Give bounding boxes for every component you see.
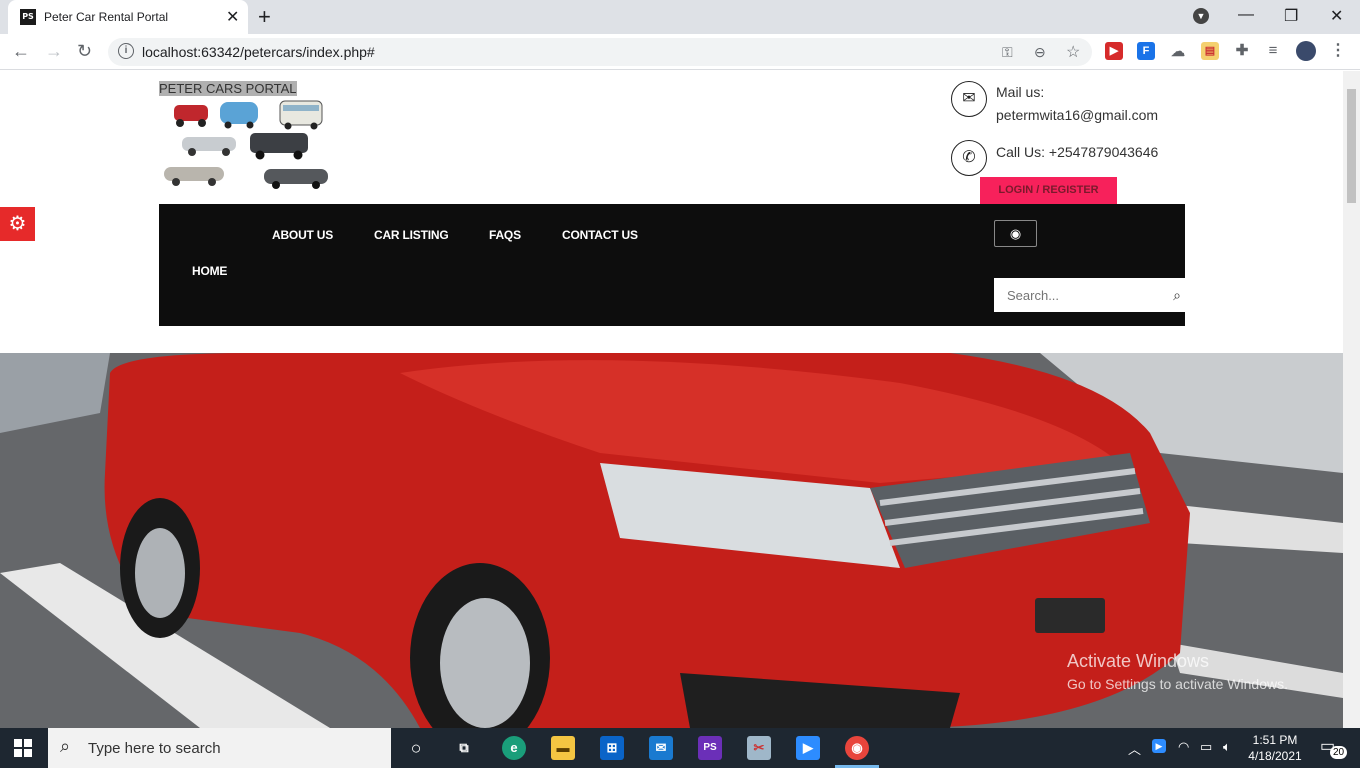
clock-date: 4/18/2021 — [1248, 749, 1302, 763]
user-account-icon[interactable]: ◉ — [994, 220, 1037, 247]
tray-chevron-icon[interactable]: ︿ — [1128, 739, 1141, 758]
nav-home[interactable]: HOME — [192, 264, 227, 278]
chrome-menu-icon[interactable]: ⋮ — [1329, 42, 1347, 60]
windows-start-icon[interactable] — [14, 739, 32, 757]
volume-icon[interactable]: 🔈︎ — [1223, 739, 1231, 755]
zoom-app-icon[interactable]: ▶ — [796, 736, 820, 760]
tab-search-icon[interactable]: ▼ — [1193, 8, 1209, 24]
extension-cloud-icon[interactable]: ☁ — [1169, 42, 1187, 60]
main-navbar: ABOUT US CAR LISTING FAQS CONTACT US HOM… — [159, 204, 1185, 326]
snipping-tool-icon[interactable]: ✂ — [747, 736, 771, 760]
minimize-button[interactable]: — — [1238, 6, 1254, 24]
nav-car-listing[interactable]: CAR LISTING — [374, 228, 449, 242]
mail-envelope-icon: ✉ — [951, 81, 987, 117]
site-search-input[interactable] — [994, 278, 1169, 312]
address-bar[interactable]: i localhost:63342/petercars/index.php# ⚿… — [108, 38, 1092, 66]
search-icon[interactable]: ⌕ — [1173, 287, 1181, 304]
browser-toolbar: ← → ↻ i localhost:63342/petercars/index.… — [0, 34, 1360, 70]
extension-red-icon[interactable]: ▶ — [1105, 42, 1123, 60]
cortana-icon[interactable]: ○ — [404, 736, 428, 760]
windows-taskbar: ⌕ Type here to search ○ ⧉ e ▬ ⊞ ✉ PS ✂ ▶… — [0, 728, 1360, 768]
mail-address[interactable]: petermwita16@gmail.com — [996, 104, 1158, 127]
key-icon[interactable]: ⚿ — [1002, 44, 1013, 61]
settings-gear-icon[interactable]: ⚙ — [0, 207, 35, 241]
taskbar-search-box[interactable]: ⌕ Type here to search — [48, 728, 391, 768]
chrome-app-icon[interactable]: ◉ — [845, 736, 869, 760]
battery-icon[interactable]: ▭ — [1200, 739, 1212, 755]
site-logo-cars-image[interactable] — [160, 99, 330, 191]
mail-label: Mail us: — [996, 84, 1045, 100]
notification-center-icon[interactable]: ▭ 20 — [1320, 736, 1348, 760]
back-arrow-icon[interactable]: ← — [12, 41, 30, 62]
reload-icon[interactable]: ↻ — [77, 41, 92, 62]
tab-close-icon[interactable]: ✕ — [226, 7, 239, 27]
scrollbar-thumb[interactable] — [1347, 89, 1356, 203]
site-brand-title[interactable]: PETER CARS PORTAL — [159, 81, 297, 96]
nav-faqs[interactable]: FAQS — [489, 228, 521, 242]
browser-tab-strip: PS Peter Car Rental Portal ✕ + ▼ — ❐ ✕ — [0, 0, 1360, 34]
bookmark-star-icon[interactable]: ☆ — [1066, 42, 1080, 62]
login-register-button[interactable]: LOGIN / REGISTER — [980, 177, 1117, 204]
mail-app-icon[interactable]: ✉ — [649, 736, 673, 760]
extension-notes-icon[interactable]: ▤ — [1201, 42, 1219, 60]
notification-count-badge: 20 — [1330, 746, 1348, 759]
site-search-box: ⌕ — [994, 278, 1185, 312]
tray-zoom-icon[interactable]: ▶ — [1152, 739, 1166, 753]
activate-windows-title: Activate Windows — [1067, 651, 1210, 671]
restore-button[interactable]: ❐ — [1284, 6, 1298, 26]
new-tab-button[interactable]: + — [258, 4, 271, 30]
taskbar-search-icon: ⌕ — [60, 736, 71, 756]
wifi-icon[interactable]: ◠ — [1178, 739, 1189, 755]
extensions-puzzle-icon[interactable]: ✚ — [1233, 42, 1251, 60]
extension-blue-icon[interactable]: F — [1137, 42, 1155, 60]
taskbar-search-placeholder[interactable]: Type here to search — [88, 740, 221, 757]
call-us-text: Call Us: +2547879043646 — [996, 144, 1159, 160]
file-explorer-icon[interactable]: ▬ — [551, 736, 575, 760]
media-control-icon[interactable]: ≡ — [1264, 42, 1282, 60]
taskbar-clock[interactable]: 1:51 PM 4/18/2021 — [1240, 732, 1310, 764]
phone-icon: ✆ — [951, 140, 987, 176]
page-scrollbar[interactable] — [1343, 71, 1360, 728]
site-info-icon[interactable]: i — [118, 43, 134, 59]
clock-time: 1:51 PM — [1252, 733, 1298, 747]
task-view-icon[interactable]: ⧉ — [452, 736, 476, 760]
microsoft-store-icon[interactable]: ⊞ — [600, 736, 624, 760]
profile-avatar[interactable] — [1296, 41, 1316, 61]
close-window-button[interactable]: ✕ — [1330, 6, 1343, 26]
tab-title: Peter Car Rental Portal — [44, 10, 169, 24]
forward-arrow-icon[interactable]: → — [45, 41, 63, 62]
phpstorm-app-icon[interactable]: PS — [698, 736, 722, 760]
browser-tab[interactable]: PS Peter Car Rental Portal ✕ — [8, 0, 248, 34]
zoom-icon[interactable]: ⊖ — [1034, 44, 1046, 61]
nav-about-us[interactable]: ABOUT US — [272, 228, 333, 242]
edge-browser-icon[interactable]: e — [502, 736, 526, 760]
activate-windows-subtitle: Go to Settings to activate Windows. — [1067, 676, 1288, 692]
nav-contact-us[interactable]: CONTACT US — [562, 228, 638, 242]
url-text[interactable]: localhost:63342/petercars/index.php# — [142, 44, 375, 60]
phpstorm-favicon-icon: PS — [20, 9, 36, 25]
web-page: PETER CARS PORTAL ✉ Mail us: petermwita1… — [0, 71, 1343, 728]
